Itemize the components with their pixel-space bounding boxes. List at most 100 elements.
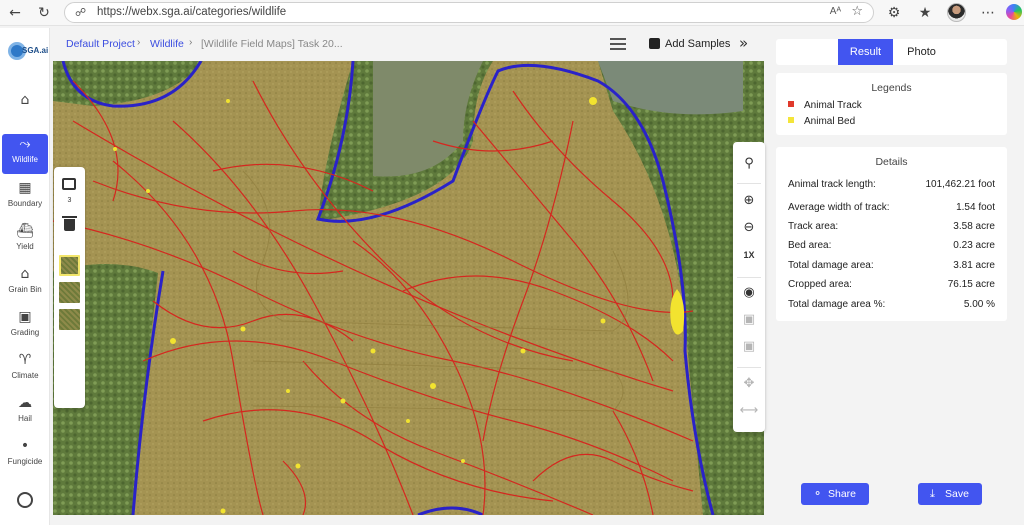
toolbar-divider bbox=[737, 277, 761, 278]
breadcrumb-category[interactable]: Wildlife bbox=[150, 38, 184, 50]
climate-icon: ♈ bbox=[18, 352, 32, 368]
detail-value: 1.54 foot bbox=[956, 202, 995, 213]
boundary-icon: ▦ bbox=[18, 180, 32, 196]
fit-bounds-icon[interactable]: ▣ bbox=[733, 309, 765, 331]
hail-icon: ☁ bbox=[18, 395, 32, 411]
legends-title: Legends bbox=[871, 82, 912, 94]
sidebar-item-hail[interactable]: ☁ Hail bbox=[2, 393, 48, 433]
detail-label: Cropped area: bbox=[788, 279, 852, 290]
visibility-eye-icon[interactable]: ◉ bbox=[733, 282, 765, 304]
detail-label: Track area: bbox=[788, 221, 839, 232]
zoom-level[interactable]: 1X bbox=[733, 244, 765, 266]
share-icon: ⚬ bbox=[813, 487, 823, 500]
url-text[interactable]: https://webx.sga.ai/categories/wildlife bbox=[97, 6, 286, 18]
detail-label: Total damage area: bbox=[788, 260, 874, 271]
detail-value: 101,462.21 foot bbox=[925, 179, 995, 190]
legend-item-animal-track: Animal Track bbox=[788, 100, 862, 112]
detail-label: Bed area: bbox=[788, 240, 832, 251]
legend-label: Animal Track bbox=[804, 100, 862, 111]
zoom-in-icon[interactable]: ⊕ bbox=[733, 190, 765, 212]
toolbar-divider bbox=[737, 183, 761, 184]
refresh-icon[interactable]: ↻ bbox=[34, 3, 54, 23]
sidebar-item-boundary[interactable]: ▦ Boundary bbox=[2, 178, 48, 218]
chevron-right-icon: › bbox=[137, 37, 141, 48]
legend-label: Animal Bed bbox=[804, 116, 856, 127]
tab-result[interactable]: Result bbox=[838, 39, 893, 65]
detail-value: 0.23 acre bbox=[953, 240, 995, 251]
sidebar-item-grain-bin[interactable]: ⌂ Grain Bin bbox=[2, 264, 48, 304]
page-header: Default Project › Wildlife › [Wildlife F… bbox=[53, 29, 764, 60]
profile-avatar[interactable] bbox=[947, 3, 966, 22]
sidebar-item-fungicide[interactable]: • Fungicide bbox=[2, 436, 48, 476]
sidebar-item-grading[interactable]: ▣ Grading bbox=[2, 307, 48, 347]
download-icon: ⤓ bbox=[930, 487, 935, 500]
share-button[interactable]: ⚬ Share bbox=[801, 483, 869, 505]
read-aloud-icon[interactable]: Aᴬ bbox=[830, 6, 841, 17]
chevron-right-icon: › bbox=[189, 37, 193, 48]
detail-row: Animal track length: 101,462.21 foot bbox=[788, 179, 995, 193]
focus-icon[interactable]: ▣ bbox=[733, 336, 765, 358]
image-thumbnail[interactable] bbox=[59, 255, 80, 276]
detail-value: 76.15 acre bbox=[947, 279, 995, 290]
detail-row: Average width of track: 1.54 foot bbox=[788, 202, 995, 216]
back-arrow-icon[interactable]: ← bbox=[5, 3, 25, 23]
sidebar-item-home[interactable]: ⌂ bbox=[2, 90, 48, 130]
image-thumbnail[interactable] bbox=[59, 282, 80, 303]
grain-bin-icon: ⌂ bbox=[20, 266, 30, 282]
share-label: Share bbox=[828, 488, 857, 500]
move-vertical-icon[interactable]: ✥ bbox=[733, 373, 765, 395]
image-toolbox: 3 bbox=[54, 167, 85, 408]
extensions-icon[interactable]: ⚙ bbox=[884, 3, 904, 23]
breadcrumb-project[interactable]: Default Project bbox=[66, 38, 135, 50]
left-sidebar: SGA.ai ⌂ ⤳ Wildlife ▦ Boundary ⛴ Yield ⌂… bbox=[0, 28, 50, 525]
sidebar-item-climate[interactable]: ♈ Climate bbox=[2, 350, 48, 390]
detail-value: 3.58 acre bbox=[953, 221, 995, 232]
move-horizontal-icon[interactable]: ⟷ bbox=[733, 400, 765, 422]
field-map[interactable] bbox=[53, 61, 764, 515]
add-samples-button[interactable]: Add Samples bbox=[665, 38, 730, 50]
browser-toolbar: ← ↻ ☍ https://webx.sga.ai/categories/wil… bbox=[0, 0, 1024, 26]
detail-label: Average width of track: bbox=[788, 202, 890, 213]
detail-label: Animal track length: bbox=[788, 179, 876, 190]
detail-row: Total damage area %: 5.00 % bbox=[788, 299, 995, 313]
legends-card: Legends Animal Track Animal Bed bbox=[776, 73, 1007, 135]
detail-value: 5.00 % bbox=[963, 299, 995, 310]
address-bar[interactable]: ☍ https://webx.sga.ai/categories/wildlif… bbox=[64, 2, 874, 23]
favorites-icon[interactable]: ★ bbox=[915, 3, 935, 23]
result-photo-tabs: Result Photo bbox=[776, 39, 1007, 65]
more-options-icon[interactable]: ⋯ bbox=[978, 3, 998, 23]
field-map-canvas bbox=[53, 61, 764, 515]
sidebar-item-wildlife[interactable]: ⤳ Wildlife bbox=[2, 134, 48, 174]
gallery-icon[interactable] bbox=[62, 178, 76, 190]
detail-value: 3.81 acre bbox=[953, 260, 995, 271]
zoom-out-icon[interactable]: ⊖ bbox=[733, 217, 765, 239]
save-label: Save bbox=[945, 488, 969, 500]
legend-item-animal-bed: Animal Bed bbox=[788, 116, 855, 128]
detail-row: Track area: 3.58 acre bbox=[788, 221, 995, 235]
favorite-star-icon[interactable]: ☆ bbox=[851, 4, 863, 19]
detail-label: Total damage area %: bbox=[788, 299, 886, 310]
user-account-icon[interactable] bbox=[17, 492, 33, 508]
home-icon: ⌂ bbox=[20, 92, 30, 108]
yield-icon: ⛴ bbox=[16, 223, 34, 239]
lock-icon: ☍ bbox=[75, 6, 87, 19]
delete-icon[interactable] bbox=[62, 216, 77, 231]
wildlife-icon: ⤳ bbox=[19, 136, 31, 152]
bed-swatch bbox=[788, 117, 794, 123]
collapse-panel-icon[interactable]: » bbox=[739, 34, 748, 52]
fungicide-icon: • bbox=[20, 438, 30, 454]
sidebar-item-yield[interactable]: ⛴ Yield bbox=[2, 221, 48, 261]
copilot-icon[interactable] bbox=[1006, 4, 1022, 20]
details-title: Details bbox=[875, 156, 908, 168]
results-panel: Result Photo Legends Animal Track Animal… bbox=[772, 29, 1016, 517]
menu-icon[interactable] bbox=[610, 38, 626, 50]
detail-row: Cropped area: 76.15 acre bbox=[788, 279, 995, 293]
detail-row: Total damage area: 3.81 acre bbox=[788, 260, 995, 274]
tab-photo[interactable]: Photo bbox=[893, 39, 950, 65]
grading-icon: ▣ bbox=[18, 309, 32, 325]
details-card: Details Animal track length: 101,462.21 … bbox=[776, 147, 1007, 321]
location-pin-icon[interactable]: ⚲ bbox=[733, 153, 765, 175]
image-thumbnail[interactable] bbox=[59, 309, 80, 330]
add-samples-icon[interactable] bbox=[649, 38, 660, 49]
save-button[interactable]: ⤓ Save bbox=[918, 483, 982, 505]
